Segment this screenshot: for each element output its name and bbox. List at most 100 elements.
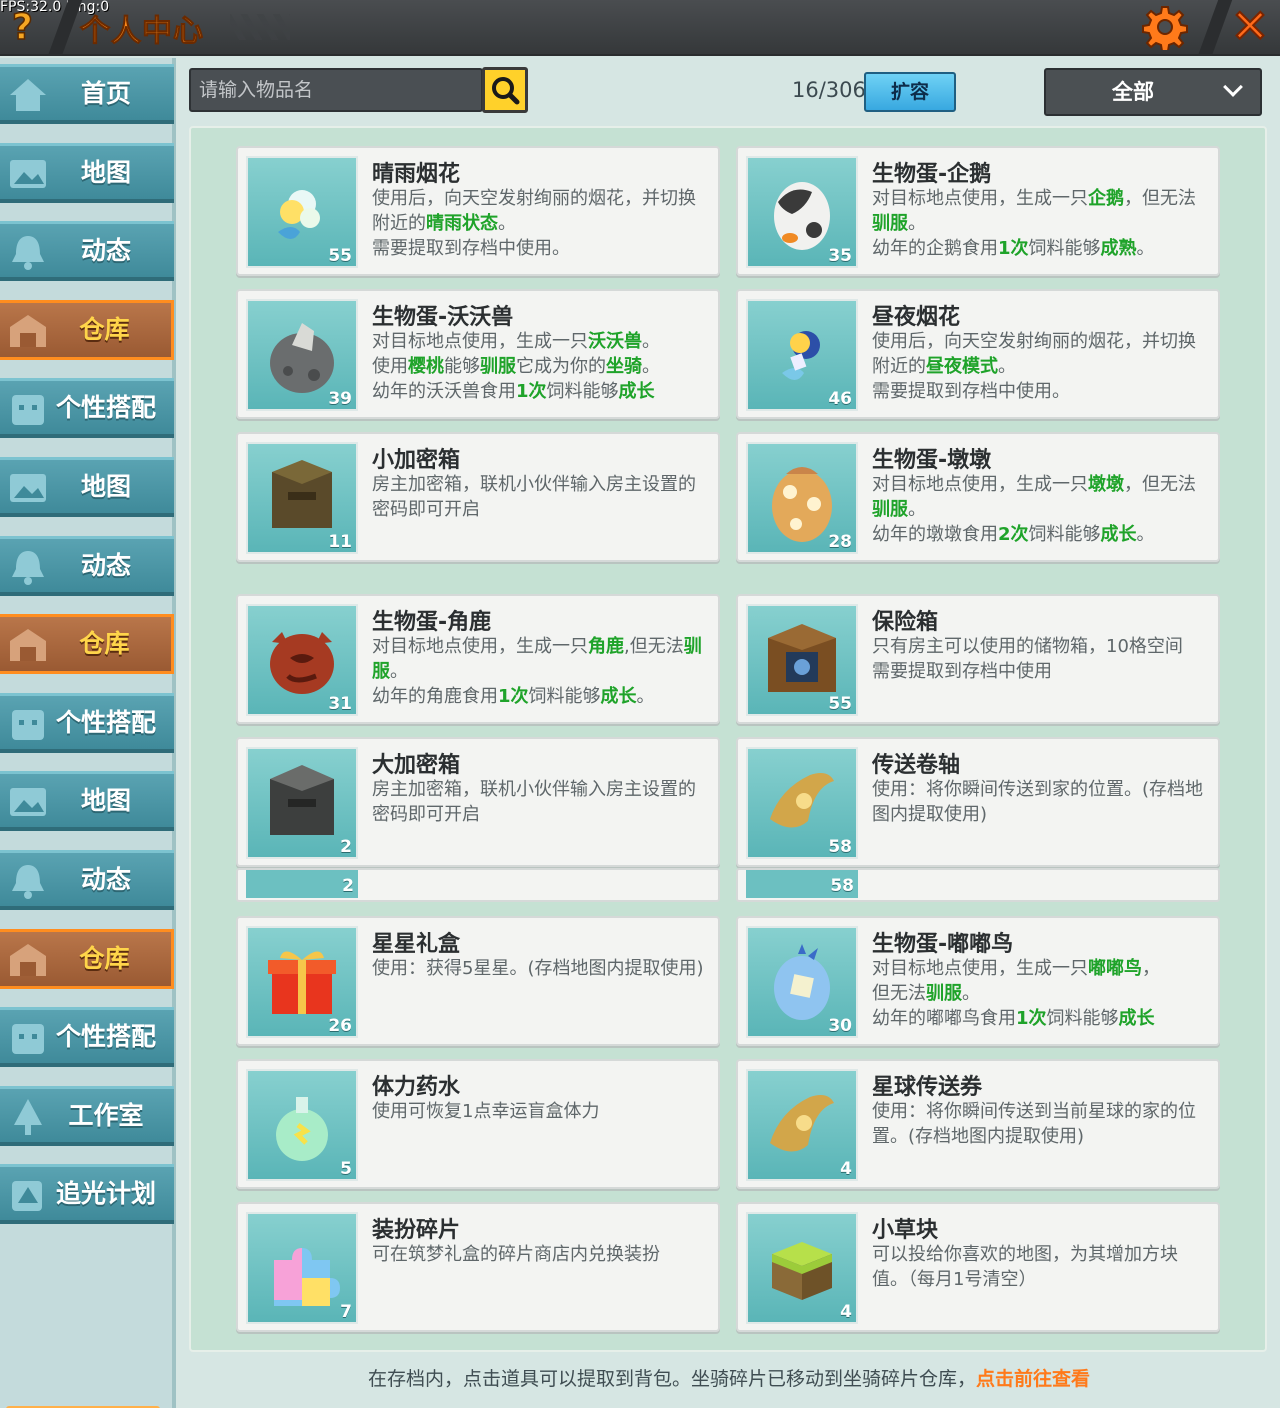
item-card[interactable]: 4 小草块 可以投给你喜欢的地图，为其增加方块值。（每月1号清空） [736,1202,1220,1332]
item-quantity: 7 [340,1302,352,1322]
search-button[interactable] [482,67,528,113]
item-card[interactable]: 4 星球传送券 使用：将你瞬间传送到当前星球的家的位置。(存档地图内提取使用) [736,1059,1220,1189]
item-thumbnail: 31 [246,604,358,716]
item-thumbnail: 35 [746,156,858,268]
item-name: 星球传送券 [872,1075,983,1100]
highlight-text: 1次 [498,686,529,707]
item-quantity: 4 [840,1159,852,1179]
filter-value: 全部 [1112,80,1154,104]
item-card[interactable]: 31 生物蛋-角鹿 对目标地点使用，生成一只角鹿,但无法驯服。 幼年的角鹿食用1次饲料… [236,594,720,724]
description-text: 使用可恢复1点幸运盲盒体力 [372,1101,600,1122]
highlight-text: 1次 [516,381,547,402]
item-card[interactable]: 55 晴雨烟花 使用后，向天空发射绚丽的烟花，并切换附近的晴雨状态。 需要提取到存档中… [236,146,720,276]
help-button[interactable]: ? [11,7,33,49]
description-text: 使用：将你瞬间传送到家的位置。(存档地图内提取使用) [872,779,1204,825]
sidebar-item-5[interactable]: 个性搭配 [0,378,174,439]
chevron-down-icon [1223,77,1243,97]
item-card[interactable]: 39 生物蛋-沃沃兽 对目标地点使用，生成一只沃沃兽。 使用樱桃能够驯服它成为你的坐骑… [236,289,720,419]
sidebar-item-label: 地图 [80,472,131,501]
item-quantity: 39 [328,389,352,409]
item-thumbnail: 2 [246,747,358,859]
sidebar-item-label: 工作室 [68,1100,144,1130]
sidebar-item-13[interactable]: 个性搭配 [0,1007,174,1068]
description-text: 可在筑梦礼盒的碎片商店内兑换装扮 [372,1244,660,1265]
partial-item-card: 58 [736,868,1220,902]
item-card[interactable]: 46 昼夜烟花 使用后，向天空发射绚丽的烟花，并切换附近的昼夜模式。 需要提取到存档中… [736,289,1220,419]
expand-button[interactable]: 扩容 [864,72,956,112]
item-thumbnail: 58 [746,870,858,898]
item-grid: 55 晴雨烟花 使用后，向天空发射绚丽的烟花，并切换附近的晴雨状态。 需要提取到存档中… [189,126,1267,1352]
sidebar-item-14[interactable]: 工作室 [0,1085,174,1146]
footer-link[interactable]: 点击前往查看 [976,1368,1090,1390]
item-description: 使用后，向天空发射绚丽的烟花，并切换附近的晴雨状态。 需要提取到存档中使用。 [372,186,708,261]
sidebar-item-label: 动态 [80,865,131,894]
filter-dropdown[interactable]: 全部 [1044,68,1262,116]
decor-stripes [230,14,290,40]
sidebar-item-6[interactable]: 地图 [0,457,174,517]
item-quantity: 28 [828,532,852,552]
item-quantity: 11 [328,532,352,552]
highlight-text: 晴雨状态 [426,213,498,234]
gear-icon[interactable] [1142,4,1188,50]
sidebar-item-label: 追光计划 [55,1179,156,1209]
item-card[interactable]: 58 传送卷轴 使用：将你瞬间传送到家的位置。(存档地图内提取使用) [736,737,1220,867]
item-card[interactable]: 5 体力药水 使用可恢复1点幸运盲盒体力 [236,1059,720,1189]
description-text: 对目标地点使用，生成一只 [372,331,588,352]
item-quantity: 4 [840,1302,852,1322]
item-description: 使用：将你瞬间传送到当前星球的家的位置。(存档地图内提取使用) [872,1099,1208,1149]
item-card[interactable]: 26 星星礼盒 使用：获得5星星。(存档地图内提取使用) [236,916,720,1046]
item-quantity: 2 [342,876,354,896]
item-description: 对目标地点使用，生成一只沃沃兽。 使用樱桃能够驯服它成为你的坐骑。 幼年的沃沃兽食用… [372,329,708,404]
item-card[interactable]: 7 装扮碎片 可在筑梦礼盒的碎片商店内兑换装扮 [236,1202,720,1332]
sidebar-item-15[interactable]: 追光计划 [0,1164,174,1225]
item-card[interactable]: 2 大加密箱 房主加密箱，联机小伙伴输入房主设置的密码即可开启 [236,737,720,867]
item-description: 使用后，向天空发射绚丽的烟花，并切换附近的昼夜模式。 需要提取到存档中使用。 [872,329,1208,404]
sidebar-item-9[interactable]: 个性搭配 [0,692,174,753]
highlight-text: 成长 [618,381,655,402]
highlight-text: 驯服 [480,356,516,377]
search-input[interactable]: 请输入物品名 [189,68,483,112]
description-text: 对目标地点使用，生成一只 [372,636,588,657]
sidebar-item-7[interactable]: 动态 [0,535,174,596]
item-thumbnail: 46 [746,299,858,411]
item-name: 昼夜烟花 [872,305,961,330]
description-text: 。 [1136,238,1155,259]
description-text: 使用：将你瞬间传送到当前星球的家的位置。(存档地图内提取使用) [872,1101,1196,1147]
item-card[interactable]: 11 小加密箱 房主加密箱，联机小伙伴输入房主设置的密码即可开启 [236,432,720,562]
sidebar-item-11[interactable]: 动态 [0,850,174,910]
item-name: 小加密箱 [372,448,461,473]
highlight-text: 沃沃兽 [588,331,642,352]
sidebar-item-12[interactable]: 仓库 [0,928,174,989]
item-card[interactable]: 30 生物蛋-嘟嘟鸟 对目标地点使用，生成一只嘟嘟鸟， 但无法驯服。 幼年的嘟嘟鸟食用1… [736,916,1220,1046]
item-thumbnail: 26 [246,926,358,1038]
sidebar-item-4[interactable]: 仓库 [0,299,174,360]
highlight-text: 成熟 [1100,238,1137,259]
sidebar-item-label: 个性搭配 [55,1022,156,1052]
close-button[interactable]: ✕ [1226,1,1274,51]
item-quantity: 35 [828,246,852,266]
item-thumbnail: 39 [246,299,358,411]
item-thumbnail: 7 [246,1212,358,1324]
sidebar-item-1[interactable]: 首页 [0,64,174,124]
highlight-text: 成长 [600,686,637,707]
sidebar-item-label: 仓库 [79,943,130,973]
item-description: 使用：将你瞬间传送到家的位置。(存档地图内提取使用) [872,777,1208,827]
highlight-text: 角鹿 [588,636,624,657]
item-card[interactable]: 55 保险箱 只有房主可以使用的储物箱，10格空间 需要提取到存档中使用 [736,594,1220,724]
item-name: 保险箱 [872,610,939,635]
sidebar-item-10[interactable]: 地图 [0,771,174,832]
highlight-text: 驯服 [926,983,962,1004]
sidebar-item-2[interactable]: 地图 [0,142,174,203]
item-card[interactable]: 35 生物蛋-企鹅 对目标地点使用，生成一只企鹅，但无法驯服。 幼年的企鹅食用1次饲料… [736,146,1220,276]
search-placeholder: 请输入物品名 [199,79,314,101]
item-card[interactable]: 28 生物蛋-墩墩 对目标地点使用，生成一只墩墩，但无法驯服。 幼年的墩墩食用2次饲料… [736,432,1220,562]
item-thumbnail: 55 [746,604,858,716]
description-text: ，但无法 [1124,188,1196,209]
highlight-text: 昼夜模式 [926,356,998,377]
item-description: 使用：获得5星星。(存档地图内提取使用) [372,956,708,981]
sidebar-item-8[interactable]: 仓库 [0,614,174,675]
item-quantity: 30 [828,1016,852,1036]
description-text: 。 [636,686,655,707]
sidebar-item-3[interactable]: 动态 [0,221,174,282]
item-quantity: 58 [830,876,854,896]
